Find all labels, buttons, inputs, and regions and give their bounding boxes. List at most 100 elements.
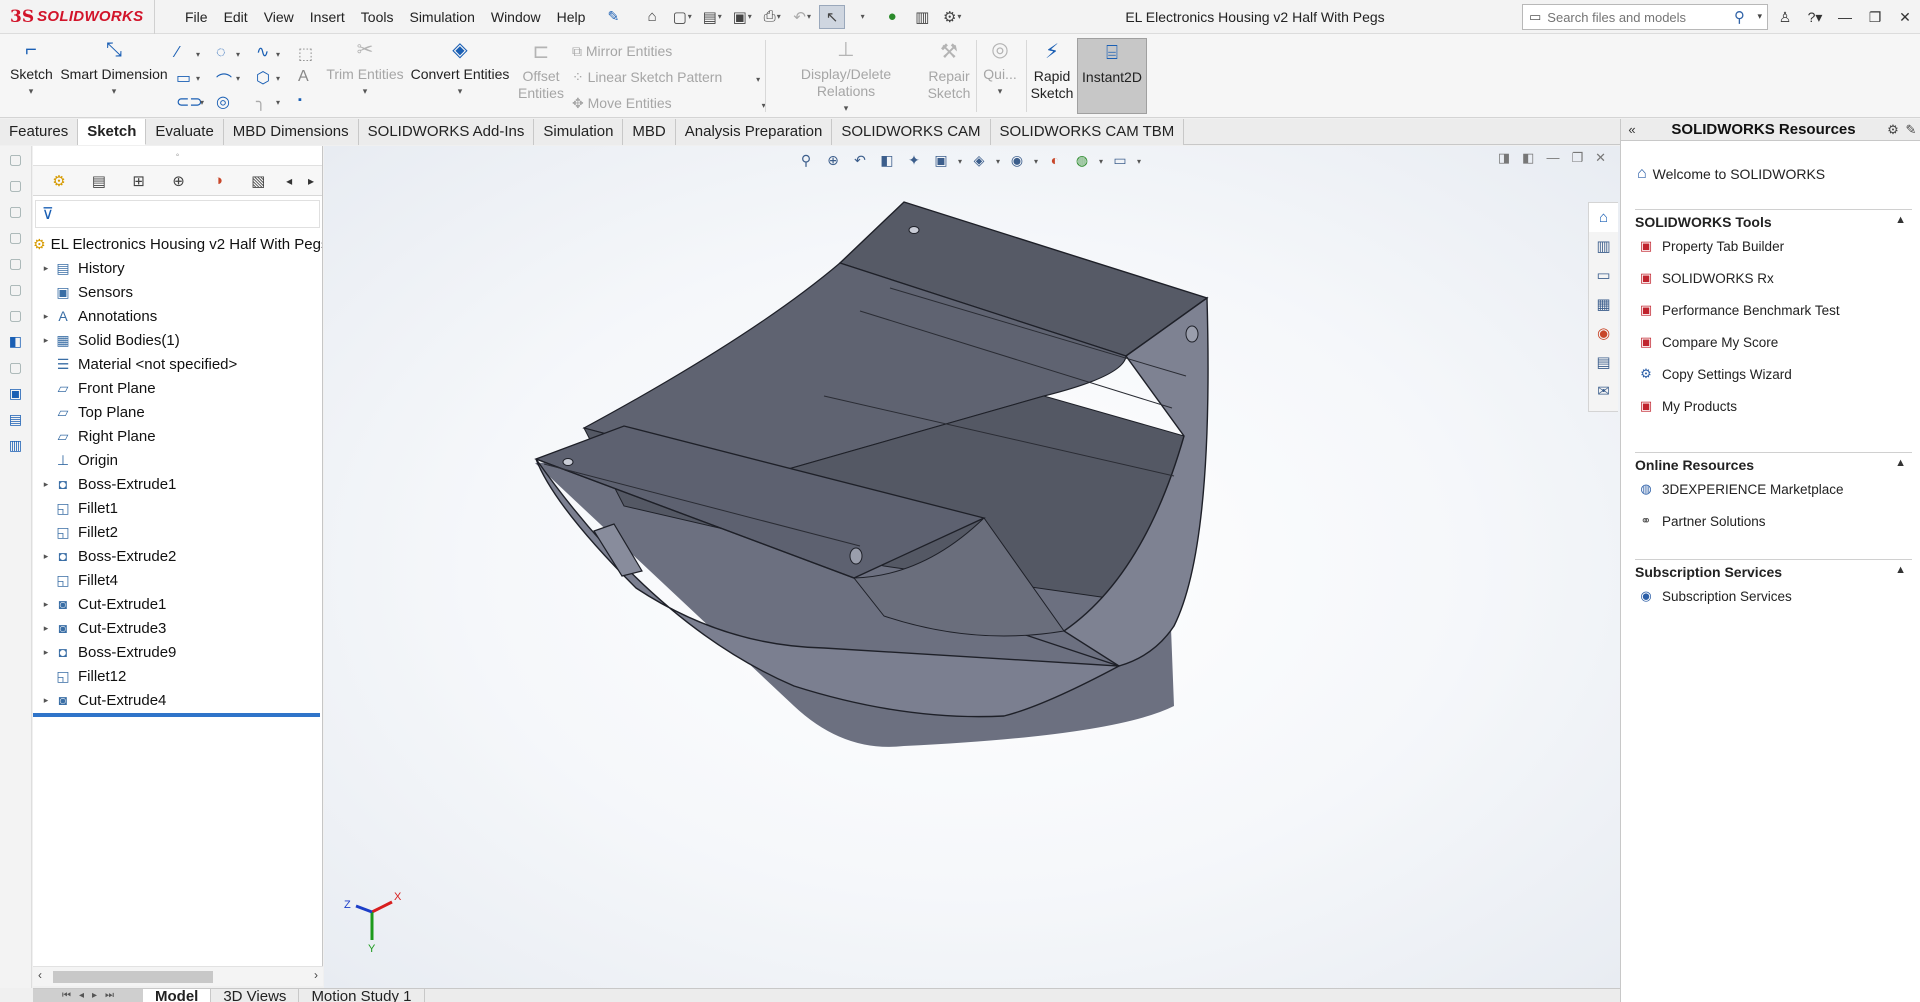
view-settings-icon[interactable]: ▭ xyxy=(1108,152,1132,172)
viewport-minimize-icon[interactable]: — xyxy=(1546,150,1559,166)
expand-arrow-icon[interactable]: ▸ xyxy=(39,623,53,634)
rectangle-dropdown-icon[interactable]: ▾ xyxy=(196,74,200,83)
task-pane-link[interactable]: ◉ Subscription Services xyxy=(1635,580,1912,612)
dynamic-annotation-icon[interactable]: ✦ xyxy=(902,152,926,172)
view-orientation-icon[interactable]: ▣ xyxy=(929,152,953,172)
zoom-to-area-icon[interactable]: ⊕ xyxy=(821,152,845,172)
expand-arrow-icon[interactable]: ▸ xyxy=(39,551,53,562)
expand-arrow-icon[interactable]: ▸ xyxy=(39,311,53,322)
restore-icon[interactable]: ❐ xyxy=(1860,9,1890,26)
bottom-tab-model[interactable]: Model xyxy=(143,989,212,1002)
collapse-left-icon[interactable]: ◨ xyxy=(1498,150,1510,166)
tree-item[interactable]: ◱ Fillet1 xyxy=(33,496,322,520)
tabs-scroll-right-icon[interactable]: ▸ xyxy=(300,169,322,193)
slot-icon[interactable]: ⊂⊃ xyxy=(176,92,203,112)
prev-tab-icon[interactable]: ◂ xyxy=(79,990,84,1001)
bottom-tab-navigation[interactable]: ⏮ ◂ ▸ ⏭ xyxy=(33,989,143,1002)
tree-item[interactable]: ▸ A Annotations xyxy=(33,304,322,328)
convert-entities-button[interactable]: ◈ Convert Entities ▾ xyxy=(410,40,510,100)
mirror-entities-button[interactable]: ⧉ Mirror Entities xyxy=(572,43,672,60)
instant2d-button[interactable]: ⌸ Instant2D xyxy=(1077,38,1147,114)
expand-arrow-icon[interactable]: ▸ xyxy=(39,263,53,274)
viewport-close-icon[interactable]: ✕ xyxy=(1595,150,1606,166)
tree-item[interactable]: ▸ ◘ Boss-Extrude1 xyxy=(33,472,322,496)
tree-item[interactable]: ▸ ◘ Boss-Extrude9 xyxy=(33,640,322,664)
scroll-left-icon[interactable]: ‹ xyxy=(38,968,42,982)
strip-tool-icon-12[interactable]: ▥ xyxy=(0,432,31,458)
forum-icon[interactable]: ✉ xyxy=(1589,377,1618,406)
smart-dimension-dropdown-icon[interactable]: ▾ xyxy=(60,83,168,100)
expand-arrow-icon[interactable]: ▸ xyxy=(39,647,53,658)
select-icon[interactable]: ↖ xyxy=(819,4,846,29)
expand-arrow-icon[interactable]: ▸ xyxy=(39,599,53,610)
scrollbar-thumb[interactable] xyxy=(53,971,213,983)
first-tab-icon[interactable]: ⏮ xyxy=(62,990,71,1001)
arc-dropdown-icon[interactable]: ▾ xyxy=(236,74,240,83)
chevron-up-icon[interactable]: ▲ xyxy=(1895,457,1906,473)
help-icon[interactable]: ?▾ xyxy=(1800,9,1830,26)
property-manager-tab-icon[interactable]: ▤ xyxy=(79,169,119,193)
new-document-icon[interactable]: ▢ ▾ xyxy=(669,5,695,29)
search-scope-icon[interactable]: ▭ xyxy=(1529,9,1541,25)
construction-geometry-icon[interactable]: ⬚ xyxy=(298,44,313,64)
menu-edit[interactable]: Edit xyxy=(216,9,256,25)
task-pane-link[interactable]: ◍ 3DEXPERIENCE Marketplace xyxy=(1635,473,1912,505)
arc-icon[interactable]: ⌒ xyxy=(216,68,232,92)
tree-item[interactable]: ▸ ◙ Cut-Extrude1 xyxy=(33,592,322,616)
expand-arrow-icon[interactable]: ▸ xyxy=(39,479,53,490)
chevron-up-icon[interactable]: ▲ xyxy=(1895,564,1906,580)
task-pane-link[interactable]: ▣ SOLIDWORKS Rx xyxy=(1635,262,1912,294)
sketch-dropdown-icon[interactable]: ▾ xyxy=(10,83,52,100)
pin-icon[interactable]: ✎ xyxy=(607,8,619,25)
move-entities-button[interactable]: ✥ Move Entities ▾ xyxy=(572,95,766,112)
task-pane-link[interactable]: ⚭ Partner Solutions xyxy=(1635,505,1912,537)
linear-sketch-pattern-button[interactable]: ⁘ Linear Sketch Pattern ▾ xyxy=(572,69,760,86)
traffic-light-icon[interactable]: ● xyxy=(879,5,905,29)
tree-item[interactable]: ◱ Fillet4 xyxy=(33,568,322,592)
collapse-pane-icon[interactable]: « xyxy=(1621,122,1643,137)
tab-features[interactable]: Features xyxy=(0,119,79,145)
strip-tool-icon-2[interactable]: ▢ xyxy=(0,172,31,198)
tree-item[interactable]: ▱ Top Plane xyxy=(33,400,322,424)
filter-icon[interactable]: ⊽ xyxy=(42,204,54,224)
pattern-dropdown-icon[interactable]: ▾ xyxy=(756,75,760,84)
strip-tool-icon-7[interactable]: ▢ xyxy=(0,302,31,328)
bottom-tab-3d-views[interactable]: 3D Views xyxy=(211,989,300,1002)
apply-scene-dropdown-icon[interactable]: ▾ xyxy=(1097,152,1105,172)
3d-model-view[interactable] xyxy=(324,146,1620,988)
task-pane-link[interactable]: ▣ Compare My Score xyxy=(1635,326,1912,358)
options-gear-icon[interactable]: ⚙ ▾ xyxy=(939,5,965,29)
strip-tool-icon-11[interactable]: ▤ xyxy=(0,406,31,432)
expand-arrow-icon[interactable]: ▸ xyxy=(39,335,53,346)
display-manager-tab-icon[interactable]: ◑ xyxy=(198,169,238,193)
circle-dropdown-icon[interactable]: ▾ xyxy=(236,50,240,59)
tree-item[interactable]: ◱ Fillet12 xyxy=(33,664,322,688)
tabs-scroll-left-icon[interactable]: ◂ xyxy=(278,169,300,193)
rapid-sketch-button[interactable]: ⚡ Rapid Sketch xyxy=(1030,42,1074,102)
file-explorer-icon[interactable]: ▭ xyxy=(1589,261,1618,290)
relations-dropdown-icon[interactable]: ▾ xyxy=(770,100,922,117)
tree-item[interactable]: ☰ Material <not specified> xyxy=(33,352,322,376)
smart-dimension-button[interactable]: ⤡ Smart Dimension ▾ xyxy=(60,40,168,100)
menu-view[interactable]: View xyxy=(256,9,302,25)
tab-mbd-dimensions[interactable]: MBD Dimensions xyxy=(223,119,359,145)
point-icon[interactable]: ◎ xyxy=(216,92,230,112)
fillet-sketch-dropdown-icon[interactable]: ▾ xyxy=(276,98,280,107)
open-icon[interactable]: ▤ ▾ xyxy=(699,5,725,29)
offset-entities-button[interactable]: ⊏ Offset Entities xyxy=(516,42,566,102)
menu-file[interactable]: File xyxy=(177,9,216,25)
last-tab-icon[interactable]: ⏭ xyxy=(105,990,114,1001)
task-pane-link[interactable]: ▣ Property Tab Builder xyxy=(1635,230,1912,262)
feature-manager-tab-icon[interactable]: ⚙ xyxy=(39,169,79,193)
viewport-restore-icon[interactable]: ❐ xyxy=(1571,150,1583,166)
apply-scene-icon[interactable]: ◍ xyxy=(1070,152,1094,172)
file-properties-icon[interactable]: ▥ xyxy=(909,5,935,29)
bottom-tab-motion-study-1[interactable]: Motion Study 1 xyxy=(299,989,425,1002)
circle-icon[interactable]: ◌ xyxy=(216,44,226,62)
chevron-up-icon[interactable]: ▲ xyxy=(1895,214,1906,230)
polygon-dropdown-icon[interactable]: ▾ xyxy=(276,74,280,83)
tree-item[interactable]: ▣ Sensors xyxy=(33,280,322,304)
strip-tool-icon-6[interactable]: ▢ xyxy=(0,276,31,302)
undo-icon[interactable]: ↶ ▾ xyxy=(789,5,815,29)
search-icon[interactable]: ⚲ xyxy=(1734,8,1745,26)
